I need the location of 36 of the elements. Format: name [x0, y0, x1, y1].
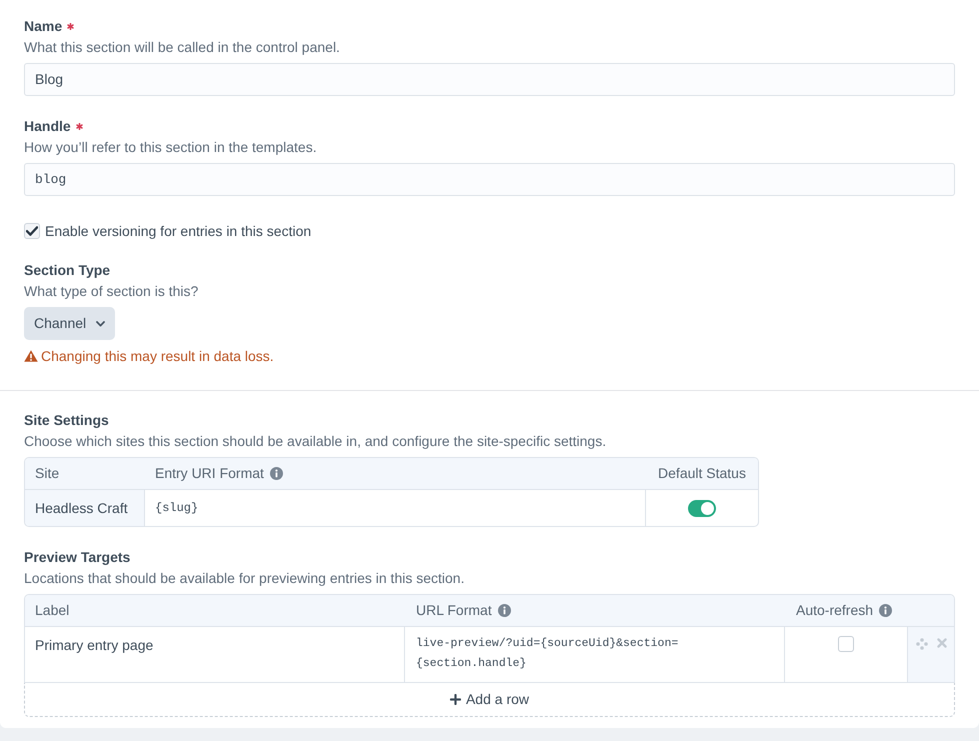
field-label: Name	[24, 17, 62, 36]
column-header: Entry URI Format	[155, 464, 264, 483]
table-cell[interactable]: Primary entry page	[25, 627, 405, 682]
field-instructions: Choose which sites this section should be available in, and configure the site-specific settings.	[24, 432, 606, 451]
field-label: Preview Targets	[24, 548, 130, 567]
table-cell: Headless Craft	[25, 490, 145, 526]
section-type-select[interactable]: Channel	[24, 307, 116, 340]
table-cell[interactable]: {slug}	[145, 490, 646, 526]
field-instructions: Locations that should be available for previewing entries in this section.	[24, 569, 464, 588]
field-instructions: What this section will be called in the control panel.	[24, 38, 340, 57]
warning-message: Changing this may result in data loss.	[41, 346, 274, 366]
field-instructions: What type of section is this?	[24, 282, 198, 301]
checkbox[interactable]	[24, 223, 40, 239]
field-label: Handle	[24, 117, 71, 136]
checkbox-label[interactable]: Enable versioning for entries in this section	[45, 220, 312, 242]
info-icon[interactable]	[270, 467, 283, 480]
info-icon[interactable]	[879, 604, 892, 617]
column-header: Site	[35, 464, 60, 483]
text-field[interactable]: Blog	[24, 63, 955, 96]
warning-icon	[24, 350, 38, 362]
checkbox[interactable]	[838, 636, 854, 652]
add-row-button[interactable]: Add a row	[24, 683, 955, 717]
column-header: Default Status	[658, 464, 746, 483]
field-label: Site Settings	[24, 411, 109, 430]
table-cell[interactable]: live-preview/?uid={sourceUid}&section={section.handle}	[416, 634, 773, 674]
toggle-switch[interactable]	[688, 500, 716, 516]
plus-icon	[450, 694, 461, 705]
field-instructions: How you’ll refer to this section in the templates.	[24, 138, 317, 157]
info-icon[interactable]	[498, 604, 511, 617]
column-header: Auto-refresh	[796, 601, 874, 620]
field-label: Section Type	[24, 261, 110, 280]
chevron-down-icon	[96, 320, 106, 326]
text-field[interactable]: blog	[24, 163, 955, 196]
column-header: URL Format	[416, 601, 492, 620]
column-header: Label	[35, 601, 70, 620]
check-icon	[26, 226, 38, 236]
